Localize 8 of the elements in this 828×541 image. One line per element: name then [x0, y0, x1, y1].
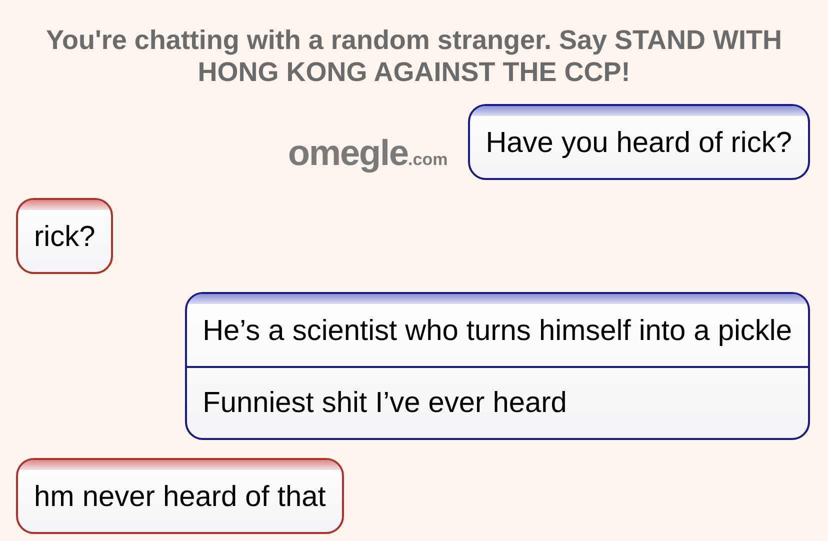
message-text: hm never heard of that — [33, 480, 327, 515]
chat-status-text: You're chatting with a random stranger. Say STAND WITH HONG KONG AGAINST THE CCP! — [44, 24, 783, 88]
message-text: He’s a scientist who turns himself into a pickle — [202, 314, 793, 349]
logo-suffix: .com — [408, 149, 448, 171]
message-text: Funniest shit I’ve ever heard — [202, 386, 568, 421]
logo-name: omegle — [288, 131, 408, 175]
message-text: Have you heard of rick? — [484, 126, 793, 161]
message-text: rick? — [33, 220, 96, 255]
